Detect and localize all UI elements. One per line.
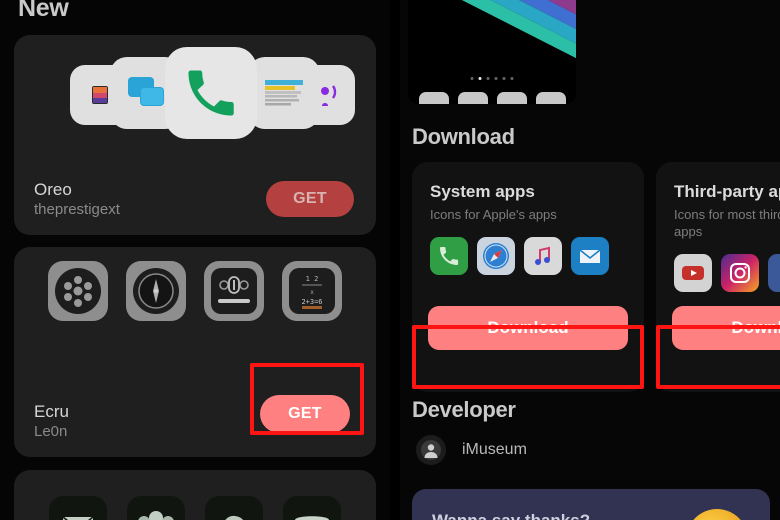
app-screenshot: New Oreo theprestigext GET 1 2 x 2+3=6 E… [0,0,780,520]
card-meta: Ecru Le0n [34,402,69,441]
person-icon [416,435,446,465]
settings-icon [48,261,108,321]
stone-icon [205,496,263,520]
rainbow-stripes [408,0,576,104]
app-card-partial[interactable] [14,470,376,520]
page-indicator-dots [470,77,514,80]
download-card-title: Third-party apps [674,182,780,201]
download-card-title: System apps [430,182,535,201]
highlight-box-get-ecru [250,363,364,435]
music-player-icon [204,261,264,321]
app-name: Ecru [34,402,69,421]
compass-icon [126,261,186,321]
icon-preview-strip [49,496,341,520]
card-meta: Oreo theprestigext [34,180,120,219]
coin-icon [686,509,748,520]
mail-icon [571,237,609,275]
thanks-card-text: Wanna say thanks? [432,511,590,520]
highlight-box-download-third-party [656,325,780,389]
icon-preview-strip: 1 2 x 2+3=6 [14,247,376,365]
calculator-icon: 1 2 x 2+3=6 [282,261,342,321]
facebook-icon [768,254,780,292]
youtube-icon [674,254,712,292]
developer-name: iMuseum [462,441,527,458]
contacts-icon [127,496,185,520]
download-card-icons [674,254,780,292]
get-button-oreo[interactable]: GET [266,181,354,217]
music-icon [524,237,562,275]
developer-row[interactable]: iMuseum [416,435,527,465]
phone-icon [165,47,257,139]
app-author: Le0n [34,423,68,440]
svg-text:x: x [310,289,314,296]
developer-heading: Developer [412,397,516,422]
dock-preview [414,92,570,104]
news-icon [248,57,320,129]
download-card-subtitle: Icons for Apple's apps [430,207,557,222]
keyboard-icon [283,496,341,520]
right-panel: Download System apps Icons for Apple's a… [400,0,780,520]
svg-text:1 2: 1 2 [306,275,319,283]
instagram-icon [721,254,759,292]
svg-text:2+3=6: 2+3=6 [301,298,322,306]
safari-icon [477,237,515,275]
screenshot-preview[interactable] [408,0,576,104]
page-title: New [18,0,69,22]
app-name: Oreo [34,180,72,199]
mail-icon [49,496,107,520]
left-panel: New Oreo theprestigext GET 1 2 x 2+3=6 E… [0,0,390,520]
app-card-oreo[interactable]: Oreo theprestigext GET [14,35,376,235]
thanks-card[interactable]: Wanna say thanks? [412,489,770,520]
phone-icon [430,237,468,275]
download-card-icons [430,237,626,275]
download-card-subtitle: Icons for most third-party apps [674,207,780,239]
icon-preview-strip [14,35,376,153]
app-author: theprestigext [34,201,120,218]
download-heading: Download [412,124,515,149]
highlight-box-download-system [412,325,644,389]
